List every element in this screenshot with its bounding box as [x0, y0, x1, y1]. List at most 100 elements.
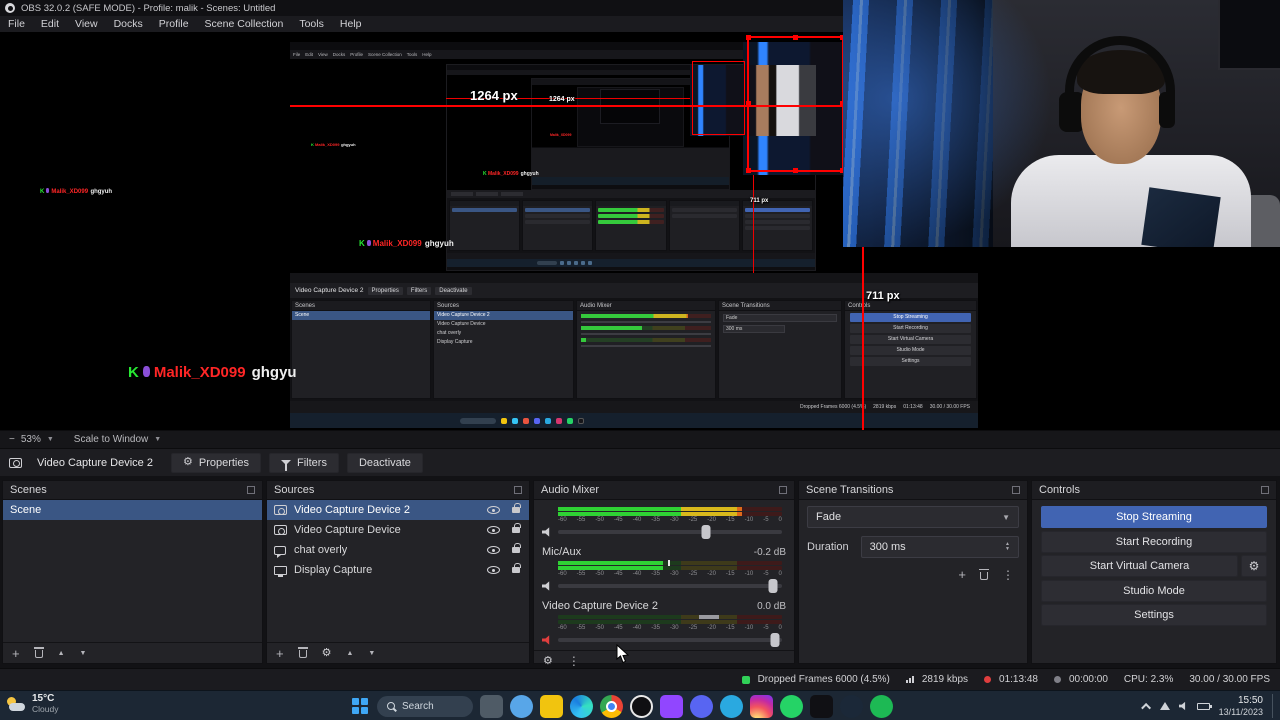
show-desktop-strip[interactable] — [1272, 694, 1276, 718]
visibility-eye-icon[interactable] — [487, 506, 500, 514]
settings-button[interactable]: Settings — [1041, 604, 1267, 626]
discord-icon[interactable] — [690, 694, 713, 718]
lock-icon[interactable] — [512, 523, 521, 533]
resize-handle[interactable] — [746, 35, 751, 40]
chevron-down-icon[interactable]: ▼ — [47, 436, 54, 443]
whatsapp-icon[interactable] — [780, 694, 803, 718]
spotify-icon[interactable] — [870, 694, 893, 718]
steam-icon[interactable] — [840, 694, 863, 718]
deactivate-button[interactable]: Deactivate — [346, 452, 423, 473]
source-row[interactable]: Video Capture Device — [267, 520, 529, 540]
volume-slider-handle[interactable] — [701, 525, 711, 539]
scene-row[interactable]: Scene — [3, 500, 262, 520]
start-recording-button[interactable]: Start Recording — [1041, 530, 1267, 553]
volume-slider[interactable] — [558, 633, 782, 647]
wifi-icon[interactable] — [1159, 702, 1170, 710]
instagram-icon[interactable] — [750, 694, 773, 718]
studio-mode-button[interactable]: Studio Mode — [1041, 579, 1267, 602]
resize-handle[interactable] — [746, 168, 751, 173]
dock-options-icon[interactable] — [514, 486, 522, 494]
taskbar-search[interactable]: Search — [377, 695, 473, 717]
menu-item[interactable]: File — [0, 18, 33, 30]
add-transition-icon[interactable]: + — [958, 568, 966, 581]
twitch-icon[interactable] — [660, 694, 683, 718]
volume-slider-handle[interactable] — [768, 579, 778, 593]
menu-item[interactable]: Help — [332, 18, 370, 30]
resize-handle[interactable] — [792, 35, 798, 40]
zoom-level[interactable]: 53% — [21, 434, 41, 445]
add-source-icon[interactable]: + — [276, 647, 284, 660]
file-explorer-icon[interactable] — [540, 694, 563, 718]
visibility-eye-icon[interactable] — [487, 546, 500, 554]
scale-mode[interactable]: Scale to Window — [74, 434, 148, 445]
task-view-icon[interactable] — [480, 694, 503, 718]
transition-select[interactable]: Fade ▼ — [807, 506, 1019, 528]
volume-icon[interactable] — [1178, 701, 1186, 711]
mic-badge-icon — [366, 240, 371, 246]
menu-item[interactable]: Edit — [33, 18, 67, 30]
telegram-icon[interactable] — [720, 694, 743, 718]
battery-icon[interactable] — [1196, 702, 1212, 710]
menu-item[interactable]: View — [67, 18, 106, 30]
speaker-icon[interactable] — [542, 527, 550, 537]
source-row[interactable]: Display Capture — [267, 560, 529, 580]
properties-button[interactable]: ⚙ Properties — [170, 452, 261, 473]
remove-scene-icon[interactable] — [33, 647, 44, 658]
spin-down-icon[interactable]: ▼ — [1005, 546, 1010, 553]
move-down-icon[interactable]: ▼ — [80, 650, 87, 657]
dock-options-icon[interactable] — [779, 486, 787, 494]
chevron-down-icon: ▼ — [1002, 512, 1010, 522]
duration-spinbox[interactable]: 300 ms ▲ ▼ — [860, 536, 1019, 558]
menu-item[interactable]: Docks — [106, 18, 151, 30]
speaker-icon[interactable] — [542, 581, 550, 591]
taskbar-clock[interactable]: 15:50 13/11/2023 — [1219, 695, 1263, 718]
muted-speaker-icon[interactable] — [542, 635, 550, 645]
lock-icon[interactable] — [512, 543, 521, 553]
mixer-options-icon[interactable]: ⚙ — [543, 655, 553, 667]
chrome-icon[interactable] — [600, 694, 623, 718]
dock-options-icon[interactable] — [1012, 486, 1020, 494]
menu-item[interactable]: Tools — [291, 18, 332, 30]
start-virtual-camera-button[interactable]: Start Virtual Camera — [1041, 555, 1238, 577]
kebab-menu-icon[interactable]: ⋮ — [1002, 569, 1015, 581]
lock-icon[interactable] — [512, 563, 521, 573]
weather-widget[interactable]: 15°C Cloudy — [6, 693, 58, 714]
zoom-out-icon[interactable]: − — [9, 434, 15, 445]
move-up-icon[interactable]: ▲ — [346, 650, 353, 657]
widgets-icon[interactable] — [510, 694, 533, 718]
source-selection-box[interactable] — [746, 35, 845, 173]
stop-streaming-button[interactable]: Stop Streaming — [1041, 506, 1267, 528]
remove-source-icon[interactable] — [297, 647, 308, 658]
menu-item[interactable]: Scene Collection — [197, 18, 292, 30]
edge-icon[interactable] — [570, 694, 593, 718]
filters-button[interactable]: Filters — [269, 452, 339, 473]
move-down-icon[interactable]: ▼ — [368, 650, 375, 657]
tray-expand-icon[interactable] — [1140, 702, 1151, 713]
resize-handle[interactable] — [792, 168, 798, 173]
volume-slider-handle[interactable] — [770, 633, 780, 647]
remove-transition-icon[interactable] — [979, 568, 989, 580]
source-row[interactable]: chat overly — [267, 540, 529, 560]
virtual-camera-settings-button[interactable]: ⚙ — [1241, 555, 1267, 577]
lock-icon[interactable] — [512, 503, 521, 513]
start-button[interactable] — [350, 696, 370, 716]
dock-options-icon[interactable] — [1261, 486, 1269, 494]
move-up-icon[interactable]: ▲ — [58, 650, 65, 657]
dock-options-icon[interactable] — [247, 486, 255, 494]
visibility-eye-icon[interactable] — [487, 566, 500, 574]
live-indicator-icon — [984, 676, 992, 683]
volume-slider[interactable] — [558, 525, 782, 539]
chevron-down-icon[interactable]: ▼ — [154, 436, 161, 443]
obs-icon[interactable] — [630, 694, 653, 718]
source-row[interactable]: Video Capture Device 2 — [267, 500, 529, 520]
stream-health-icon — [741, 675, 750, 684]
visibility-eye-icon[interactable] — [487, 526, 500, 534]
add-scene-icon[interactable]: + — [12, 647, 20, 660]
resize-handle[interactable] — [746, 101, 751, 106]
tiktok-icon[interactable] — [810, 694, 833, 718]
menu-item[interactable]: Profile — [151, 18, 197, 30]
kebab-menu-icon[interactable]: ⋮ — [568, 655, 581, 667]
volume-slider[interactable] — [558, 579, 782, 593]
source-properties-icon[interactable]: ⚙ — [322, 647, 332, 659]
channel-name: Mic/Aux — [542, 546, 582, 558]
